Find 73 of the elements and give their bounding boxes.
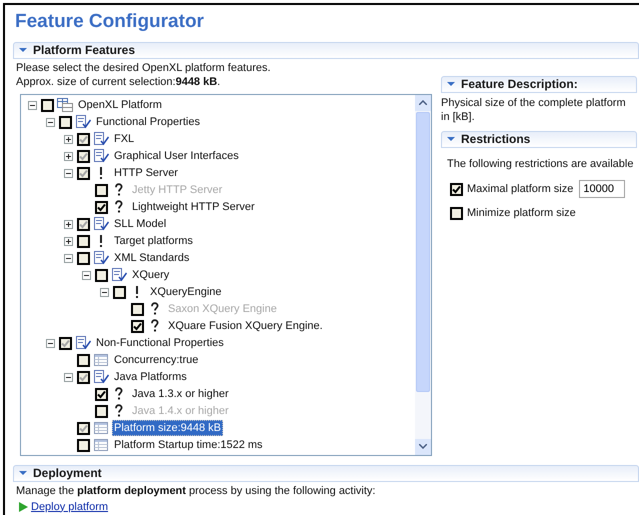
checkbox[interactable] <box>59 336 72 350</box>
table-icon <box>93 421 109 435</box>
checkbox[interactable] <box>77 422 90 434</box>
section-header[interactable]: Platform Features <box>13 42 639 58</box>
scrollbar-thumb[interactable] <box>416 112 430 392</box>
selection-size-text: Approx. size of current selection:9448 kB. <box>16 74 222 88</box>
play-icon <box>19 502 28 512</box>
document-check-icon <box>93 251 109 265</box>
document-check-icon <box>93 370 109 384</box>
document-check-icon <box>111 268 127 282</box>
deploy-link[interactable]: Deploy platform <box>31 498 108 515</box>
restrictions-intro: The following restrictions are available <box>447 156 634 172</box>
checkbox[interactable] <box>450 206 463 220</box>
document-check-icon <box>93 217 109 231</box>
checkbox[interactable] <box>95 200 108 214</box>
tree-item[interactable]: Lightweight HTTP Server <box>130 199 257 215</box>
tree-item[interactable]: Graphical User Interfaces <box>112 148 241 164</box>
tree-item[interactable]: Non-Functional Properties <box>94 335 226 351</box>
tree-item[interactable]: XML Standards <box>112 250 192 266</box>
tree-item[interactable]: Platform Startup time:1522 ms <box>112 437 265 453</box>
size-field[interactable]: 10000 <box>579 180 626 198</box>
restriction-label: Minimize platform size <box>467 206 576 221</box>
section-header[interactable]: Feature Description: <box>441 76 637 92</box>
document-check-icon <box>93 149 109 163</box>
table-icon <box>93 353 109 367</box>
tree-item[interactable]: OpenXL Platform <box>76 97 164 113</box>
tree-item[interactable]: XQuare Fusion XQuery Engine. <box>166 318 325 334</box>
document-check-icon <box>93 132 109 146</box>
checkbox[interactable] <box>59 116 72 128</box>
checkbox[interactable] <box>131 320 144 332</box>
restriction-label: Maximal platform size <box>467 182 574 197</box>
tree-item[interactable]: Target platforms <box>112 233 195 249</box>
section-header[interactable]: Deployment <box>13 464 639 482</box>
checkbox[interactable] <box>41 98 54 112</box>
checkbox[interactable] <box>77 166 90 180</box>
checkbox[interactable] <box>113 286 126 298</box>
document-check-icon <box>75 336 91 350</box>
tree-item[interactable]: XQueryEngine <box>148 284 224 300</box>
scroll-down-icon[interactable] <box>419 444 427 449</box>
page-title: Feature Configurator <box>14 10 205 34</box>
grid-icon <box>57 98 73 112</box>
tree-item[interactable]: Platform size:9448 kB <box>112 420 223 436</box>
document-check-icon <box>75 115 91 129</box>
section-title: Restrictions <box>461 131 530 148</box>
scrollbar[interactable] <box>415 94 431 454</box>
section-header[interactable]: Restrictions <box>441 130 637 148</box>
checkbox[interactable] <box>77 438 90 452</box>
checkbox[interactable] <box>77 370 90 384</box>
tree-item[interactable]: Concurrency:true <box>112 352 200 368</box>
tree-item[interactable]: Functional Properties <box>94 114 202 130</box>
deployment-text: Manage the platform deployment process by using the following activity: <box>15 484 376 498</box>
description-text: Physical size of the complete platform in [kB]. <box>441 96 627 124</box>
intro-text: Please select the desired OpenXL platform features. <box>16 60 272 74</box>
table-icon <box>93 438 109 452</box>
tree-item[interactable]: HTTP Server <box>112 165 180 181</box>
checkbox[interactable] <box>450 182 463 196</box>
checkbox[interactable] <box>77 234 90 248</box>
section-title: Feature Description: <box>461 76 578 93</box>
tree-item[interactable]: SLL Model <box>112 216 168 232</box>
checkbox[interactable] <box>95 268 108 282</box>
checkbox[interactable] <box>77 150 90 162</box>
tree-item[interactable]: Java Platforms <box>112 369 189 385</box>
checkbox[interactable] <box>77 132 90 146</box>
tree-item[interactable]: FXL <box>112 131 136 147</box>
scroll-up-icon[interactable] <box>419 100 427 105</box>
checkbox[interactable] <box>77 354 90 366</box>
checkbox[interactable] <box>77 252 90 264</box>
section-title: Platform Features <box>33 42 136 59</box>
checkbox[interactable] <box>95 388 108 400</box>
section-title: Deployment <box>33 465 102 482</box>
checkbox[interactable] <box>77 218 90 230</box>
tree-item[interactable]: XQuery <box>130 267 172 283</box>
tree-item[interactable]: Java 1.3.x or higher <box>130 386 231 402</box>
